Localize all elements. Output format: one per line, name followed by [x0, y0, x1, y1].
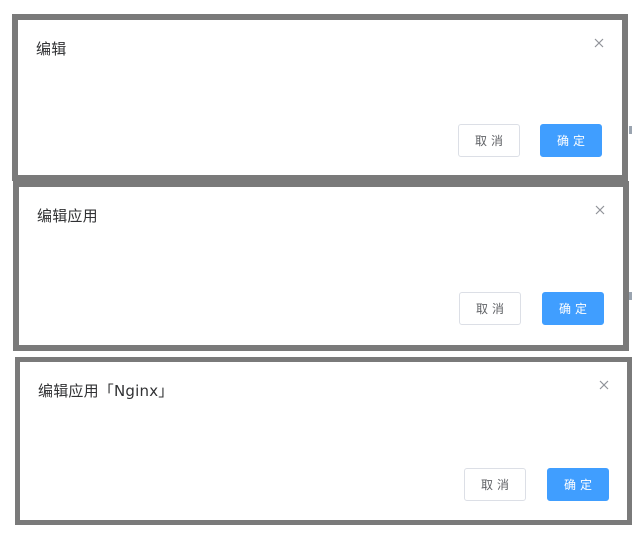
dialog-frame-2: 编辑应用 取消 确定 — [13, 181, 629, 351]
edit-app-nginx-dialog: 编辑应用「Nginx」 取消 确定 — [20, 362, 627, 520]
dialog-title: 编辑 — [36, 40, 67, 58]
dialog-frame-1: 编辑 取消 确定 — [12, 14, 628, 181]
close-icon[interactable] — [597, 378, 611, 392]
edit-app-dialog: 编辑应用 取消 确定 — [19, 187, 623, 345]
background-scrollbar-mark — [629, 126, 632, 134]
confirm-button[interactable]: 确定 — [542, 292, 604, 325]
cancel-button[interactable]: 取消 — [464, 468, 526, 501]
cancel-button[interactable]: 取消 — [459, 292, 521, 325]
screenshot-stage: 编辑 取消 确定 编辑应用 取消 确定 编辑应用「Nginx」 取消 确定 — [0, 0, 640, 534]
close-icon[interactable] — [592, 36, 606, 50]
cancel-button[interactable]: 取消 — [458, 124, 520, 157]
dialog-frame-3: 编辑应用「Nginx」 取消 确定 — [15, 357, 632, 525]
confirm-button[interactable]: 确定 — [540, 124, 602, 157]
background-scrollbar-mark — [629, 292, 632, 300]
dialog-title: 编辑应用 — [37, 207, 98, 225]
close-icon[interactable] — [593, 203, 607, 217]
confirm-button[interactable]: 确定 — [547, 468, 609, 501]
edit-dialog: 编辑 取消 确定 — [18, 20, 622, 175]
dialog-title: 编辑应用「Nginx」 — [38, 382, 174, 400]
